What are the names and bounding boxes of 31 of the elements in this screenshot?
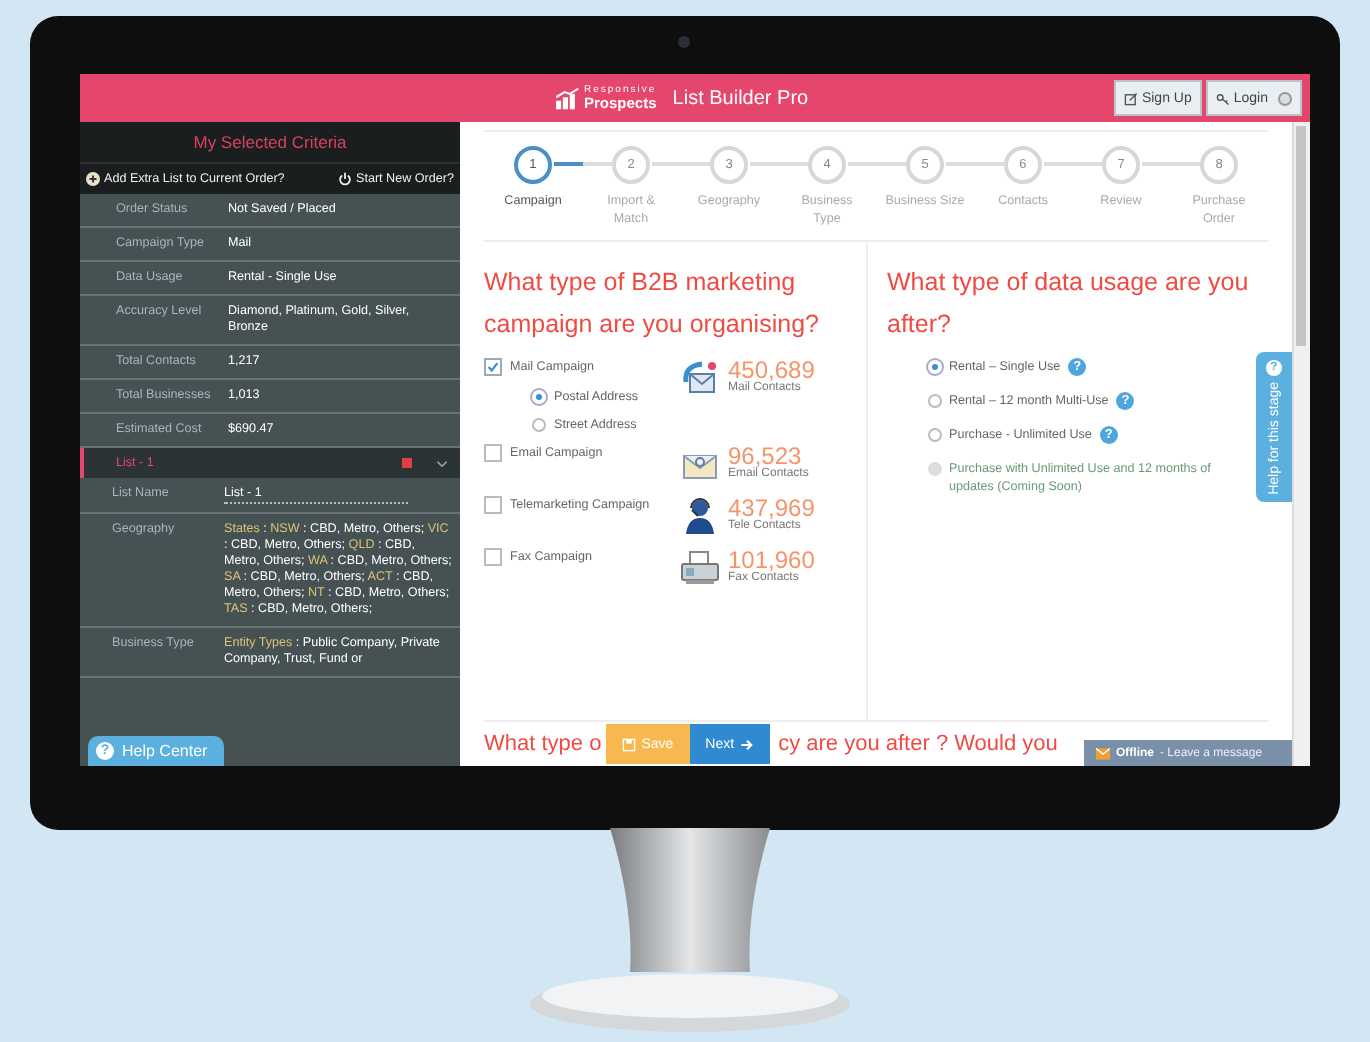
envelope-icon — [1096, 747, 1110, 759]
envelope-icon — [680, 358, 720, 398]
scrollbar[interactable] — [1292, 122, 1310, 766]
key-icon — [1215, 91, 1230, 105]
question-heading: What type of B2B marketing campaign are you organising? — [484, 266, 821, 342]
contact-count: 101,960 — [728, 548, 815, 572]
radio-button[interactable] — [927, 394, 941, 408]
arrow-right-icon — [740, 737, 755, 751]
question-heading: What type o — [484, 729, 602, 759]
contact-count: 450,689 — [728, 358, 815, 382]
sidebar-title: My Selected Criteria — [80, 122, 460, 162]
camera-icon — [678, 36, 690, 48]
checkbox[interactable] — [484, 548, 502, 566]
chevron-down-icon[interactable] — [436, 459, 448, 467]
checkbox[interactable] — [484, 496, 502, 514]
radio-button[interactable] — [532, 418, 546, 432]
checkbox[interactable] — [484, 358, 502, 376]
fax-machine-icon — [680, 548, 720, 588]
question-heading: cy are you after ? Would you — [778, 729, 1058, 759]
contact-count: 437,969 — [728, 496, 815, 520]
app-title: List Builder Pro — [672, 87, 809, 109]
radio-button[interactable] — [927, 428, 941, 442]
power-icon — [338, 172, 352, 186]
checkbox[interactable] — [484, 444, 502, 462]
plus-icon — [86, 172, 100, 186]
contact-count: 96,523 — [728, 444, 802, 468]
question-heading: What type of data usage are you after? — [887, 266, 1251, 342]
edit-icon — [1123, 91, 1138, 105]
person-headset-icon — [680, 496, 720, 536]
delete-icon[interactable] — [402, 458, 412, 468]
dropdown-icon — [1278, 91, 1292, 105]
